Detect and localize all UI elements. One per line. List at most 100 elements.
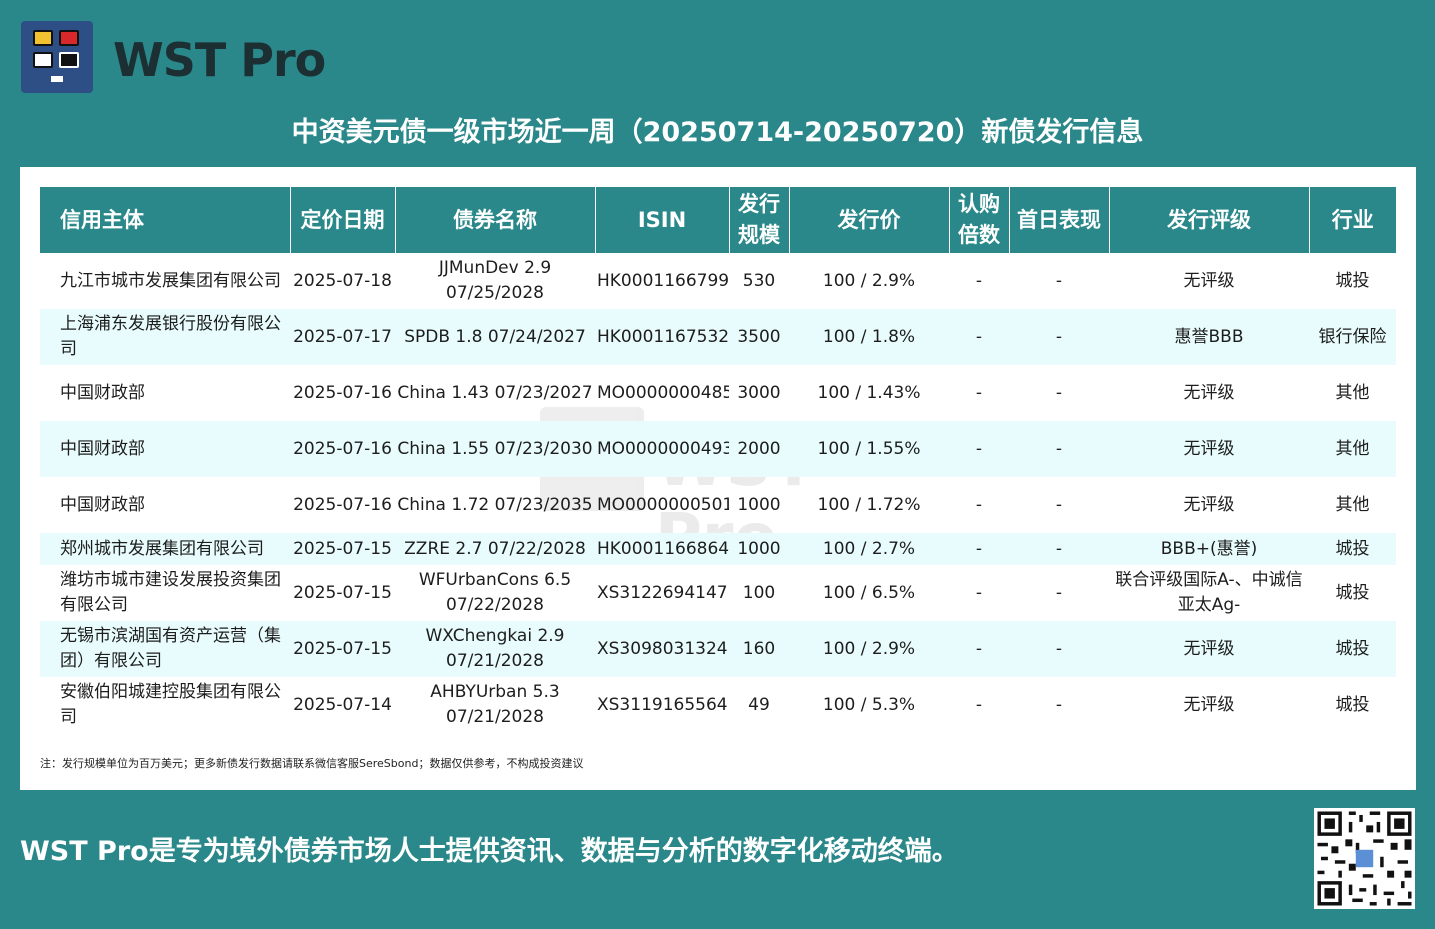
cell-industry: 城投	[1309, 621, 1396, 677]
cell-price: 100 / 5.3%	[822, 694, 916, 715]
cell-bond: AHBYUrban 5.3 07/21/2028	[430, 682, 560, 727]
cell-industry: 其他	[1309, 421, 1396, 477]
header-size: 发行规模	[729, 187, 790, 253]
table-header: 信用主体 定价日期 债券名称 ISIN 发行规模 发行价 认购倍数 首日表现 发…	[40, 187, 1396, 253]
cell-price: 100 / 2.9%	[789, 621, 949, 677]
cell-date: 2025-07-16	[290, 421, 395, 477]
header-pricing-date: 定价日期	[290, 187, 396, 253]
table-row: 中国财政部 2025-07-16 China 1.55 07/23/2030 MO00…	[40, 421, 1396, 477]
cell-issuer: 九江市城市发展集团有限公司	[60, 270, 281, 291]
cell-isin: XS3119165564	[597, 694, 728, 715]
cell-first-day: -	[1055, 582, 1063, 603]
header-bond-name: 债券名称	[395, 187, 596, 253]
cell-sub: -	[949, 309, 1009, 365]
cell-rating: 无评级	[1183, 694, 1235, 715]
cell-date: 2025-07-15	[293, 582, 392, 603]
logo-icon	[21, 21, 93, 93]
cell-date: 2025-07-14	[293, 694, 392, 715]
cell-size: 100	[742, 582, 776, 603]
table-row: 潍坊市城市建设发展投资集团有限公司 2025-07-15 WFUrbanCons 6…	[40, 565, 1396, 621]
table-panel: WST Pro 信用主体 定价日期 债券名称 ISIN 发行规模 发行价 认购倍…	[20, 167, 1416, 790]
cell-bond: JJMunDev 2.9 07/25/2028	[438, 258, 552, 303]
cell-first-day: -	[1009, 309, 1109, 365]
cell-issuer: 安徽伯阳城建控股集团有限公司	[60, 682, 281, 727]
cell-first-day: -	[1055, 270, 1063, 291]
cell-price: 100 / 1.43%	[817, 382, 921, 403]
header-first-day: 首日表现	[1009, 187, 1110, 253]
cell-size: 49	[748, 694, 770, 715]
cell-first-day: -	[1009, 533, 1109, 565]
cell-date: 2025-07-15	[290, 621, 395, 677]
cell-sub: -	[975, 494, 983, 515]
cell-date: 2025-07-18	[293, 270, 392, 291]
cell-isin: HK0001166799	[597, 270, 729, 291]
page-title: 中资美元债一级市场近一周（20250714-20250720）新债发行信息	[291, 117, 1144, 148]
bond-table: 信用主体 定价日期 债券名称 ISIN 发行规模 发行价 认购倍数 首日表现 发…	[40, 187, 1396, 733]
header-price: 发行价	[789, 187, 950, 253]
cell-rating: 惠誉BBB	[1109, 309, 1309, 365]
header-issuer: 信用主体	[40, 187, 291, 253]
cell-industry: 其他	[1335, 382, 1370, 403]
cell-size: 160	[729, 621, 789, 677]
cell-isin: MO0000000493	[595, 421, 729, 477]
cell-rating: 无评级	[1183, 382, 1235, 403]
cell-sub: -	[975, 382, 983, 403]
cell-size: 1000	[737, 494, 781, 515]
cell-sub: -	[949, 621, 1009, 677]
table-row: 上海浦东发展银行股份有限公司 2025-07-17 SPDB 1.8 07/24/2…	[40, 309, 1396, 365]
header-rating: 发行评级	[1109, 187, 1310, 253]
table-row: 中国财政部 2025-07-16 China 1.43 07/23/2027 MO00…	[40, 365, 1396, 421]
cell-rating: 无评级	[1109, 621, 1309, 677]
cell-rating: BBB+(惠誉)	[1109, 533, 1309, 565]
cell-first-day: -	[1009, 621, 1109, 677]
cell-price: 100 / 2.9%	[822, 270, 916, 291]
tagline: WST Pro是专为境外债券市场人士提供资讯、数据与分析的数字化移动终端。	[20, 836, 959, 867]
cell-bond: WFUrbanCons 6.5 07/22/2028	[418, 570, 572, 615]
cell-first-day: -	[1055, 494, 1063, 515]
cell-isin: HK0001167532	[595, 309, 729, 365]
cell-sub: -	[975, 270, 983, 291]
cell-date: 2025-07-16	[293, 494, 392, 515]
cell-issuer: 中国财政部	[40, 421, 290, 477]
cell-date: 2025-07-17	[290, 309, 395, 365]
cell-rating: 联合评级国际A-、中诚信亚太Ag-	[1115, 570, 1303, 615]
cell-industry: 银行保险	[1309, 309, 1396, 365]
cell-bond: SPDB 1.8 07/24/2027	[395, 309, 595, 365]
cell-issuer: 郑州城市发展集团有限公司	[40, 533, 290, 565]
table-row: 中国财政部 2025-07-16 China 1.72 07/23/2035 MO00…	[40, 477, 1396, 533]
cell-isin: HK0001166864	[595, 533, 729, 565]
cell-industry: 其他	[1335, 494, 1370, 515]
cell-sub: -	[949, 421, 1009, 477]
cell-industry: 城投	[1335, 694, 1370, 715]
cell-size: 2000	[729, 421, 789, 477]
cell-issuer: 无锡市滨湖国有资产运营（集团）有限公司	[40, 621, 290, 677]
brand-name: WST Pro	[113, 33, 326, 87]
cell-sub: -	[949, 533, 1009, 565]
cell-bond: China 1.72 07/23/2035	[397, 494, 593, 515]
cell-bond: WXChengkai 2.9 07/21/2028	[395, 621, 595, 677]
cell-price: 100 / 6.5%	[822, 582, 916, 603]
cell-isin: XS3122694147	[597, 582, 728, 603]
cell-bond: China 1.55 07/23/2030	[395, 421, 595, 477]
cell-industry: 城投	[1335, 270, 1370, 291]
cell-size: 530	[742, 270, 776, 291]
cell-rating: 无评级	[1183, 494, 1235, 515]
header-isin: ISIN	[595, 187, 730, 253]
cell-bond: ZZRE 2.7 07/22/2028	[395, 533, 595, 565]
cell-industry: 城投	[1335, 582, 1370, 603]
table-row: 郑州城市发展集团有限公司 2025-07-15 ZZRE 2.7 07/22/202…	[40, 533, 1396, 565]
cell-first-day: -	[1055, 382, 1063, 403]
cell-rating: 无评级	[1109, 421, 1309, 477]
cell-price: 100 / 1.8%	[789, 309, 949, 365]
cell-price: 100 / 2.7%	[789, 533, 949, 565]
cell-sub: -	[975, 582, 983, 603]
header-subscription: 认购倍数	[949, 187, 1010, 253]
cell-issuer: 中国财政部	[60, 382, 145, 403]
cell-date: 2025-07-16	[293, 382, 392, 403]
cell-size: 1000	[729, 533, 789, 565]
cell-first-day: -	[1055, 694, 1063, 715]
cell-issuer: 中国财政部	[60, 494, 145, 515]
qr-code-icon	[1314, 808, 1415, 909]
cell-isin: MO0000000485	[597, 382, 729, 403]
header-industry: 行业	[1309, 187, 1396, 253]
